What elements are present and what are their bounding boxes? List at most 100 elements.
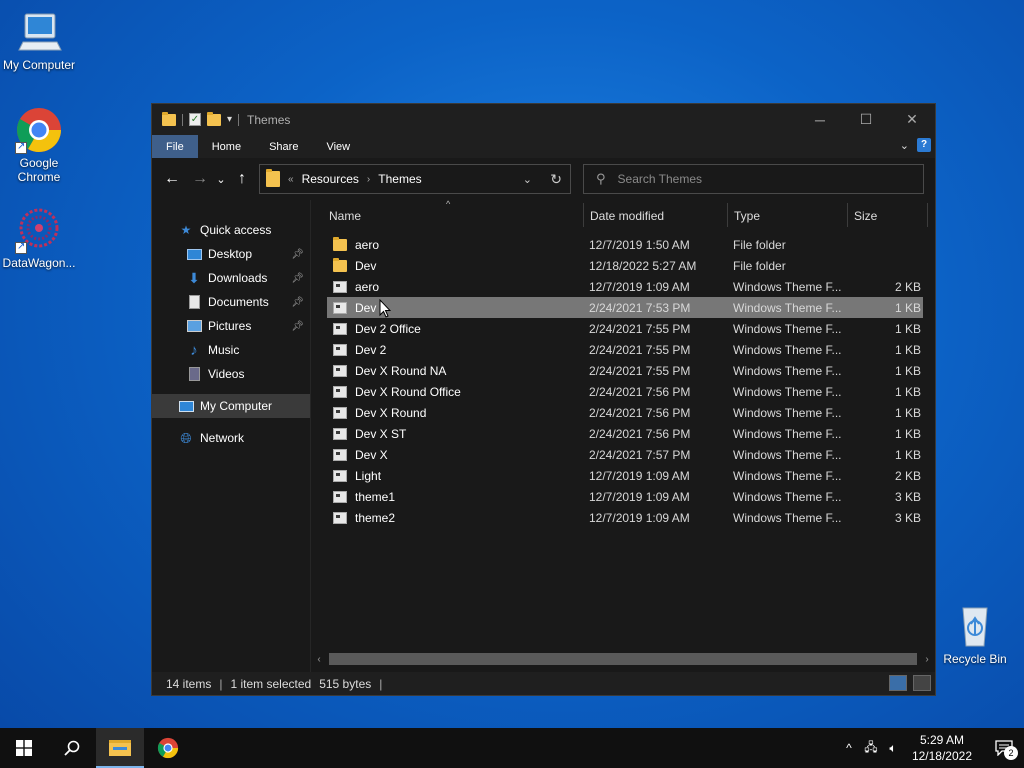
- pin-icon: 📌︎: [291, 296, 304, 308]
- details-view-button[interactable]: [889, 675, 907, 691]
- desktop-icon-recycle-bin[interactable]: Recycle Bin: [937, 602, 1013, 666]
- nav-network[interactable]: 🌐︎ Network: [152, 426, 310, 450]
- file-size: 1 KB: [894, 363, 921, 378]
- file-type: Windows Theme F...: [733, 468, 842, 483]
- search-input[interactable]: ⚲ Search Themes: [583, 164, 924, 194]
- desktop-icon-google-chrome[interactable]: Google Chrome: [1, 106, 77, 184]
- windows-logo-icon: [16, 740, 32, 756]
- file-row[interactable]: Dev X 2/24/2021 7:57 PM Windows Theme F...…: [327, 444, 923, 465]
- file-row[interactable]: Dev X ST 2/24/2021 7:56 PM Windows Theme F…: [327, 423, 923, 444]
- breadcrumb-resources[interactable]: Resources: [302, 172, 359, 186]
- file-name: theme1: [355, 489, 396, 504]
- overflow-chevron-icon[interactable]: «: [288, 174, 294, 185]
- network-icon[interactable]: 🖧︎: [860, 738, 882, 759]
- help-icon[interactable]: ?: [917, 138, 931, 152]
- maximize-button[interactable]: ☐: [843, 104, 889, 135]
- column-size[interactable]: Size: [854, 209, 877, 223]
- show-hidden-icons-icon[interactable]: ^: [838, 741, 860, 755]
- breadcrumb-separator-icon[interactable]: ›: [367, 174, 370, 185]
- mouse-cursor-icon: [379, 299, 391, 318]
- refresh-icon[interactable]: ↻: [550, 171, 562, 188]
- column-name[interactable]: Name: [329, 209, 361, 223]
- tab-share[interactable]: Share: [255, 135, 312, 158]
- file-date: 2/24/2021 7:55 PM: [589, 342, 691, 357]
- file-date: 2/24/2021 7:56 PM: [589, 384, 691, 399]
- nav-item-downloads[interactable]: ⬇ Downloads 📌︎: [152, 266, 310, 290]
- file-size: 1 KB: [894, 384, 921, 399]
- title-bar[interactable]: ✓ ▾ Themes ─ ☐ ✕: [152, 104, 935, 135]
- column-type[interactable]: Type: [734, 209, 760, 223]
- expand-ribbon-icon[interactable]: ⌄: [900, 139, 909, 152]
- tab-home[interactable]: Home: [198, 135, 255, 158]
- file-date: 2/24/2021 7:56 PM: [589, 426, 691, 441]
- file-name: Dev X Round Office: [355, 384, 461, 399]
- scrollbar-thumb[interactable]: [329, 653, 917, 665]
- customize-qa-icon[interactable]: ▾: [227, 114, 232, 125]
- taskbar-file-explorer[interactable]: [96, 728, 144, 768]
- taskbar-chrome[interactable]: [144, 728, 192, 768]
- desktop-icon-label: Google Chrome: [17, 156, 61, 184]
- nav-item-documents[interactable]: Documents 📌︎: [152, 290, 310, 314]
- start-button[interactable]: [0, 728, 48, 768]
- file-row[interactable]: aero 12/7/2019 1:09 AM Windows Theme F... 2…: [327, 276, 923, 297]
- address-bar[interactable]: « Resources › Themes ⌄ ↻: [259, 164, 571, 194]
- nav-item-pictures[interactable]: Pictures 📌︎: [152, 314, 310, 338]
- file-row[interactable]: Light 12/7/2019 1:09 AM Windows Theme F...…: [327, 465, 923, 486]
- file-row[interactable]: theme1 12/7/2019 1:09 AM Windows Theme F..…: [327, 486, 923, 507]
- recent-locations-button[interactable]: ⌄: [214, 173, 228, 186]
- file-row[interactable]: aero 12/7/2019 1:50 AM File folder: [327, 234, 923, 255]
- action-center-button[interactable]: 2: [984, 728, 1024, 768]
- nav-quick-access[interactable]: ★ Quick access: [152, 218, 310, 242]
- breadcrumb-themes[interactable]: Themes: [378, 172, 421, 186]
- file-row[interactable]: theme2 12/7/2019 1:09 AM Windows Theme F..…: [327, 507, 923, 528]
- ribbon-tabs: File Home Share View ⌄ ?: [152, 135, 935, 158]
- properties-icon[interactable]: ✓: [189, 113, 201, 126]
- column-date-modified[interactable]: Date modified: [590, 209, 664, 223]
- nav-item-videos[interactable]: Videos: [152, 362, 310, 386]
- new-folder-icon[interactable]: [207, 111, 221, 126]
- desktop-icon-my-computer[interactable]: My Computer: [1, 8, 77, 72]
- theme-file-icon: [333, 469, 347, 482]
- file-row[interactable]: Dev 1 2/24/2021 7:53 PM Windows Theme F...…: [327, 297, 923, 318]
- scroll-left-icon[interactable]: ‹: [311, 654, 327, 665]
- file-row[interactable]: Dev 2 Office 2/24/2021 7:55 PM Windows The…: [327, 318, 923, 339]
- computer-icon: [15, 8, 63, 56]
- back-button[interactable]: ←: [158, 170, 186, 188]
- file-type: Windows Theme F...: [733, 510, 842, 525]
- file-row[interactable]: Dev X Round 2/24/2021 7:56 PM Windows Them…: [327, 402, 923, 423]
- search-button[interactable]: [48, 728, 96, 768]
- nav-my-computer[interactable]: My Computer: [152, 394, 310, 418]
- nav-item-desktop[interactable]: Desktop 📌︎: [152, 242, 310, 266]
- recycle-bin-icon: [951, 602, 999, 650]
- navigation-pane: ★ Quick access Desktop 📌︎ ⬇ Downloads 📌︎…: [152, 200, 310, 672]
- network-icon: 🌐︎: [180, 429, 192, 446]
- minimize-button[interactable]: ─: [797, 104, 843, 135]
- star-icon: ★: [180, 223, 192, 237]
- file-row[interactable]: Dev X Round Office 2/24/2021 7:56 PM Windo…: [327, 381, 923, 402]
- theme-file-icon: [333, 448, 347, 461]
- volume-icon[interactable]: 🔈︎: [882, 741, 904, 756]
- desktop-icon-datawagon[interactable]: DataWagon...: [1, 206, 77, 270]
- up-button[interactable]: ↑: [228, 170, 256, 188]
- nav-item-music[interactable]: ♪ Music: [152, 338, 310, 362]
- large-icons-view-button[interactable]: [913, 675, 931, 691]
- file-name: Dev X: [355, 447, 388, 462]
- forward-button[interactable]: →: [186, 170, 214, 188]
- tab-file[interactable]: File: [152, 135, 198, 158]
- clock[interactable]: 5:29 AM 12/18/2022: [912, 732, 972, 764]
- horizontal-scrollbar[interactable]: ‹ ›: [311, 652, 935, 666]
- address-dropdown-icon[interactable]: ⌄: [523, 173, 532, 186]
- file-size: 1 KB: [894, 426, 921, 441]
- scroll-right-icon[interactable]: ›: [919, 654, 935, 665]
- search-icon: ⚲: [596, 171, 606, 186]
- theme-file-icon: [333, 511, 347, 524]
- file-size: 2 KB: [894, 279, 921, 294]
- close-button[interactable]: ✕: [889, 104, 935, 135]
- file-size: 1 KB: [894, 405, 921, 420]
- file-list-pane: ^ Name Date modified Type Size aero 12/7/…: [310, 199, 935, 672]
- tab-view[interactable]: View: [312, 135, 364, 158]
- document-icon: [186, 295, 202, 309]
- file-row[interactable]: Dev X Round NA 2/24/2021 7:55 PM Windows T…: [327, 360, 923, 381]
- file-row[interactable]: Dev 2 2/24/2021 7:55 PM Windows Theme F...…: [327, 339, 923, 360]
- file-row[interactable]: Dev 12/18/2022 5:27 AM File folder: [327, 255, 923, 276]
